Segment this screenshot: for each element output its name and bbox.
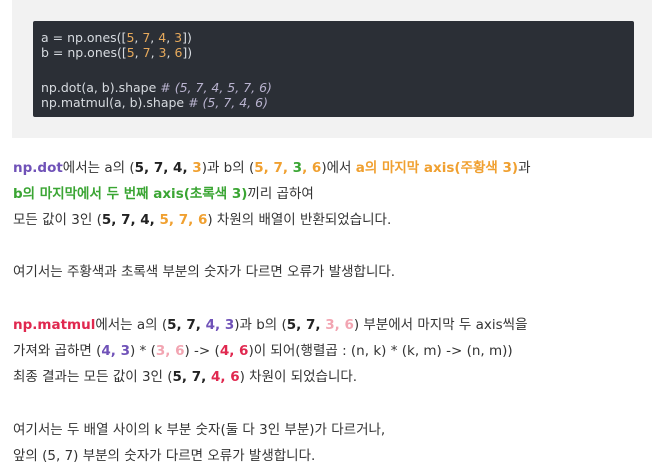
paragraph-line: 최종 결과는 모든 값이 3인 (5, 7, 4, 6) 차원이 되었습니다.: [13, 367, 357, 387]
paragraph-line: 여기서는 주황색과 초록색 부분의 숫자가 다르면 오류가 발생합니다.: [13, 264, 396, 280]
text: 최종 결과는 모든 값이 3인 (: [13, 369, 173, 385]
text: ) 차원이 되었습니다.: [239, 369, 358, 385]
shape-dims-highlight: 3, 6: [325, 317, 354, 333]
shape-dims-highlight: 4, 3: [205, 317, 235, 333]
shape-dims: 5, 7,: [167, 317, 206, 333]
code-number: 3: [174, 30, 183, 45]
paragraph-line: np.dot에서는 a의 (5, 7, 4, 3)과 b의 (5, 7, 3, …: [13, 158, 531, 178]
text: 과: [518, 160, 531, 176]
code-number: 3: [158, 45, 167, 60]
paragraph-line: 모든 값이 3인 (5, 7, 4, 5, 7, 6) 차원의 배열이 반환되었…: [13, 210, 391, 230]
paragraph-line: b의 마지막에서 두 번째 axis(초록색 3)끼리 곱하여: [13, 184, 314, 204]
code-number: 4: [158, 30, 167, 45]
code-line: np.dot(a, b).shape # (5, 7, 4, 5, 7, 6): [41, 80, 272, 95]
text: 가져와 곱하면 (: [13, 343, 102, 359]
shape-dims: 5, 7,: [254, 160, 293, 176]
paragraph-line: 여기서는 두 배열 사이의 k 부분 숫자(둘 다 3인 부분)가 다르거나,: [13, 422, 386, 438]
code-text: ]): [182, 45, 193, 60]
paragraph-line: 가져와 곱하면 (4, 3) * (3, 6) -> (4, 6)이 되어(행렬…: [13, 341, 513, 361]
matrix-dims: 4, 3: [101, 343, 130, 359]
code-comment: # (5, 7, 4, 5, 7, 6): [160, 80, 272, 95]
shape-dim-highlight: 3: [192, 160, 202, 176]
text: )이 되어(행렬곱 : (n, k) * (k, m) -> (n, m)): [248, 343, 513, 359]
result-dims-highlight: 4, 6: [210, 369, 240, 385]
code-block: a = np.ones([5, 7, 4, 3]) b = np.ones([5…: [33, 21, 634, 117]
result-dims: 5, 7, 4,: [101, 212, 160, 228]
result-dims: 5, 7,: [172, 369, 211, 385]
code-line: b = np.ones([5, 7, 3, 6]): [41, 45, 193, 60]
code-text: np.matmul(a, b).shape: [41, 95, 189, 110]
code-number: 7: [142, 45, 151, 60]
text: )과 b의 (: [234, 317, 287, 333]
code-number: 5: [126, 45, 135, 60]
text: )에서: [321, 160, 356, 176]
text: 에서는 a의 (: [62, 160, 135, 176]
code-line: a = np.ones([5, 7, 4, 3]): [41, 30, 192, 45]
function-name: np.dot: [13, 160, 63, 176]
shape-dim: 6: [311, 160, 322, 176]
paragraph-line: 앞의 (5, 7) 부분의 숫자가 다르면 오류가 발생합니다.: [13, 448, 316, 464]
text: 끼리 곱하여: [247, 186, 314, 202]
text: ) 부분에서 마지막 두 axis씩을: [353, 317, 528, 333]
code-number: 5: [126, 30, 135, 45]
function-name: np.matmul: [13, 317, 96, 333]
result-dims-highlight: 5, 7, 6: [159, 212, 208, 228]
text: )과 b의 (: [201, 160, 255, 176]
shape-dims: 5, 7, 4,: [134, 160, 193, 176]
text: 에서는 a의 (: [95, 317, 168, 333]
shape-dim-highlight: 3: [292, 160, 303, 176]
text: ) -> (: [184, 343, 220, 359]
highlight-text: a의 마지막 axis(주황색 3): [355, 160, 519, 176]
matrix-dims: 4, 6: [219, 343, 249, 359]
text: 모든 값이 3인 (: [13, 212, 102, 228]
shape-sep: ,: [302, 160, 312, 176]
code-text: np.dot(a, b).shape: [41, 80, 161, 95]
shape-dims: 5, 7,: [286, 317, 326, 333]
highlight-text: b의 마지막에서 두 번째 axis(초록색 3): [13, 186, 248, 202]
text: ) * (: [130, 343, 156, 359]
text: ) 차원의 배열이 반환되었습니다.: [207, 212, 392, 228]
matrix-dims: 3, 6: [155, 343, 185, 359]
code-text: ]): [182, 30, 192, 45]
code-text: a = np.ones([: [41, 30, 127, 45]
code-line: np.matmul(a, b).shape # (5, 7, 4, 6): [41, 95, 268, 110]
paragraph-line: np.matmul에서는 a의 (5, 7, 4, 3)과 b의 (5, 7, …: [13, 315, 528, 335]
code-number: 7: [142, 30, 151, 45]
code-text: b = np.ones([: [41, 45, 127, 60]
code-comment: # (5, 7, 4, 6): [188, 95, 268, 110]
